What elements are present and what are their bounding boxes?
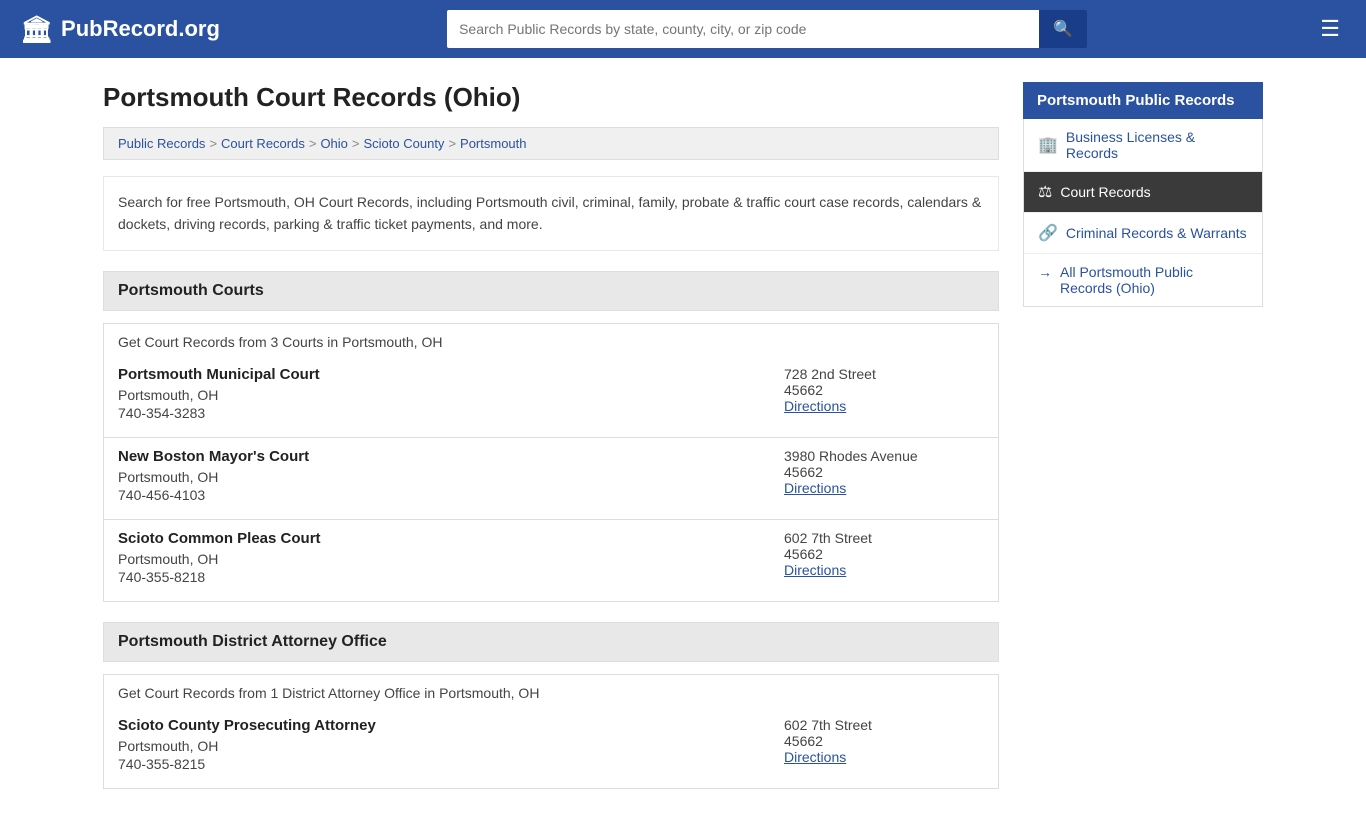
search-area: 🔍: [447, 10, 1087, 48]
court-address-3: 602 7th Street: [784, 530, 984, 546]
court-name-3: Scioto Common Pleas Court: [118, 530, 784, 547]
court-listing-2: New Boston Mayor's Court Portsmouth, OH …: [104, 438, 998, 520]
breadcrumb-sep-4: >: [448, 136, 456, 151]
page-wrapper: Portsmouth Court Records (Ohio) Public R…: [83, 58, 1283, 833]
court-name-1: Portsmouth Municipal Court: [118, 366, 784, 383]
court-listing-1: Portsmouth Municipal Court Portsmouth, O…: [104, 356, 998, 438]
da-sub-desc: Get Court Records from 1 District Attorn…: [104, 675, 998, 707]
breadcrumb-scioto-county[interactable]: Scioto County: [364, 136, 445, 151]
courts-block: Get Court Records from 3 Courts in Ports…: [103, 323, 999, 602]
search-button[interactable]: 🔍: [1039, 10, 1087, 48]
main-content: Portsmouth Court Records (Ohio) Public R…: [103, 82, 999, 809]
sidebar-item-criminal-records[interactable]: 🔗 Criminal Records & Warrants: [1024, 213, 1262, 254]
sidebar-all-label: All Portsmouth Public Records (Ohio): [1060, 264, 1248, 296]
court-city-1: Portsmouth, OH: [118, 387, 784, 403]
sidebar: Portsmouth Public Records 🏢 Business Lic…: [1023, 82, 1263, 809]
da-address-1: 602 7th Street: [784, 717, 984, 733]
building-icon: 🏢: [1038, 135, 1058, 155]
directions-link-da-1[interactable]: Directions: [784, 749, 846, 765]
court-zip-3: 45662: [784, 546, 984, 562]
scales-icon: ⚖: [1038, 182, 1052, 202]
sidebar-label-business: Business Licenses & Records: [1066, 129, 1248, 161]
court-zip-1: 45662: [784, 382, 984, 398]
court-phone-1: 740-354-3283: [118, 405, 784, 421]
court-city-2: Portsmouth, OH: [118, 469, 784, 485]
breadcrumb-sep-2: >: [309, 136, 317, 151]
da-city-1: Portsmouth, OH: [118, 738, 784, 754]
court-phone-2: 740-456-4103: [118, 487, 784, 503]
description: Search for free Portsmouth, OH Court Rec…: [103, 176, 999, 251]
directions-link-1[interactable]: Directions: [784, 398, 846, 414]
search-input[interactable]: [447, 10, 1039, 48]
directions-link-2[interactable]: Directions: [784, 480, 846, 496]
breadcrumb: Public Records > Court Records > Ohio > …: [103, 127, 999, 160]
sidebar-menu: 🏢 Business Licenses & Records ⚖ Court Re…: [1023, 119, 1263, 307]
page-title: Portsmouth Court Records (Ohio): [103, 82, 999, 113]
court-zip-2: 45662: [784, 464, 984, 480]
da-section-header: Portsmouth District Attorney Office: [103, 622, 999, 662]
logo-text: PubRecord.org: [61, 16, 220, 42]
logo-icon: 🏛: [20, 14, 53, 45]
breadcrumb-sep-3: >: [352, 136, 360, 151]
sidebar-label-criminal: Criminal Records & Warrants: [1066, 225, 1247, 241]
da-listing-1: Scioto County Prosecuting Attorney Ports…: [104, 707, 998, 788]
da-block: Get Court Records from 1 District Attorn…: [103, 674, 999, 789]
sidebar-label-court: Court Records: [1060, 184, 1150, 200]
court-address-1: 728 2nd Street: [784, 366, 984, 382]
courts-section-header: Portsmouth Courts: [103, 271, 999, 311]
da-zip-1: 45662: [784, 733, 984, 749]
breadcrumb-public-records[interactable]: Public Records: [118, 136, 205, 151]
menu-icon[interactable]: ☰: [1314, 10, 1346, 48]
site-header: 🏛 PubRecord.org 🔍 ☰: [0, 0, 1366, 58]
court-city-3: Portsmouth, OH: [118, 551, 784, 567]
logo[interactable]: 🏛 PubRecord.org: [20, 14, 220, 45]
sidebar-item-court-records[interactable]: ⚖ Court Records: [1024, 172, 1262, 213]
link-icon: 🔗: [1038, 223, 1058, 243]
court-listing-3: Scioto Common Pleas Court Portsmouth, OH…: [104, 520, 998, 601]
breadcrumb-sep-1: >: [209, 136, 217, 151]
da-phone-1: 740-355-8215: [118, 756, 784, 772]
sidebar-all-records-link[interactable]: → All Portsmouth Public Records (Ohio): [1024, 254, 1262, 306]
da-name-1: Scioto County Prosecuting Attorney: [118, 717, 784, 734]
court-address-2: 3980 Rhodes Avenue: [784, 448, 984, 464]
arrow-icon: →: [1038, 264, 1052, 280]
court-phone-3: 740-355-8218: [118, 569, 784, 585]
directions-link-3[interactable]: Directions: [784, 562, 846, 578]
breadcrumb-portsmouth[interactable]: Portsmouth: [460, 136, 526, 151]
breadcrumb-court-records[interactable]: Court Records: [221, 136, 305, 151]
court-name-2: New Boston Mayor's Court: [118, 448, 784, 465]
courts-sub-desc: Get Court Records from 3 Courts in Ports…: [104, 324, 998, 356]
breadcrumb-ohio[interactable]: Ohio: [320, 136, 347, 151]
sidebar-title: Portsmouth Public Records: [1023, 82, 1263, 119]
sidebar-item-business-licenses[interactable]: 🏢 Business Licenses & Records: [1024, 119, 1262, 172]
